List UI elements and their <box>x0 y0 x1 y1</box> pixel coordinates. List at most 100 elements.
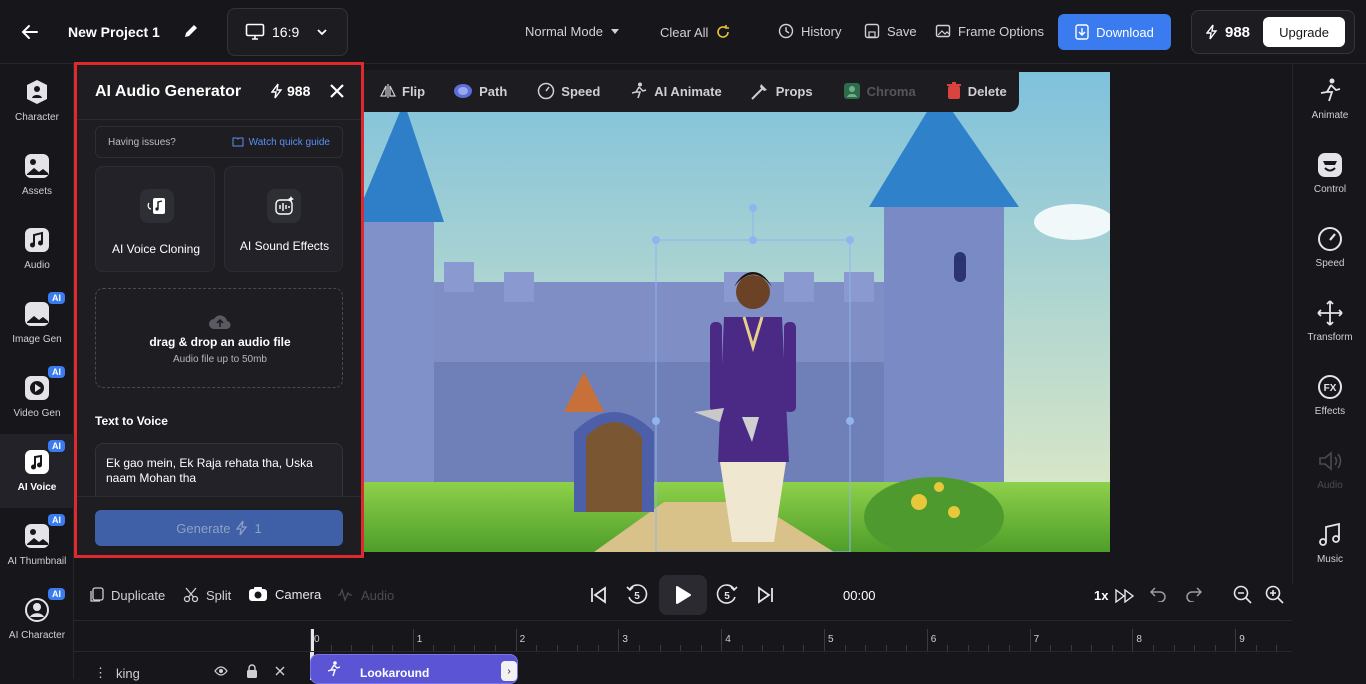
speed-button[interactable]: Speed <box>537 82 600 100</box>
clear-all-button[interactable]: Clear All <box>660 24 731 40</box>
sidebar-item-assets[interactable]: Assets <box>0 152 74 197</box>
rewind-button[interactable]: 5 <box>625 583 649 607</box>
canvas-toolbar: Flip Path Speed AI Animate Props Chroma … <box>364 70 1019 112</box>
duplicate-button[interactable]: Duplicate <box>90 587 165 603</box>
ruler-divider <box>74 651 1292 652</box>
ai-audio-panel: AI Audio Generator 988 Having issues? Wa… <box>74 62 364 558</box>
watch-guide-link[interactable]: Watch quick guide <box>232 137 330 148</box>
camera-icon <box>249 587 267 601</box>
credits-count: 988 <box>1225 23 1251 41</box>
forward-button[interactable]: 5 <box>715 583 739 607</box>
ruler-tick <box>1029 629 1031 651</box>
right-item-audio[interactable]: Audio <box>1293 448 1366 491</box>
close-panel-button[interactable] <box>329 83 345 99</box>
split-label: Split <box>206 587 232 603</box>
right-item-animate[interactable]: Animate <box>1293 78 1366 121</box>
text-to-voice-input[interactable]: Ek gao mein, Ek Raja rehata tha, Uska na… <box>95 443 343 497</box>
sidebar-item-video-gen[interactable]: AI Video Gen <box>0 366 74 419</box>
sound-effects-card[interactable]: AI Sound Effects <box>224 166 343 272</box>
playback-bar: Duplicate Split Camera Audio 5 5 00:00 1… <box>74 570 1292 620</box>
voice-cloning-icon <box>140 189 174 223</box>
project-title[interactable]: New Project 1 <box>68 24 160 40</box>
delete-button[interactable]: Delete <box>946 82 1007 100</box>
frame-options-button[interactable]: Frame Options <box>935 23 1044 39</box>
zoom-in-button[interactable] <box>1265 585 1285 605</box>
fast-forward-icon <box>1115 588 1135 603</box>
sidebar-label: Video Gen <box>13 408 61 419</box>
path-button[interactable]: Path <box>453 83 507 99</box>
panel-divider <box>77 119 361 120</box>
history-button[interactable]: History <box>778 23 841 39</box>
playback-speed[interactable]: 1x <box>1094 588 1135 603</box>
skip-forward-icon <box>758 586 773 604</box>
skip-start-button[interactable] <box>588 585 608 605</box>
redo-button[interactable] <box>1185 586 1203 602</box>
frame-options-label: Frame Options <box>958 23 1044 39</box>
ai-animate-button[interactable]: AI Animate <box>630 82 722 100</box>
running-figure-icon <box>632 82 647 99</box>
ruler-tick <box>824 629 825 651</box>
props-button[interactable]: Props <box>750 82 813 100</box>
track-visibility-button[interactable] <box>214 666 228 676</box>
sidebar-item-image-gen[interactable]: AI Image Gen <box>0 292 74 345</box>
ruler-tick <box>1235 629 1237 651</box>
right-label: Speed <box>1315 258 1345 269</box>
sidebar-label: AI Thumbnail <box>7 556 67 567</box>
clip-trim-handle[interactable]: › <box>501 661 517 681</box>
monitor-icon <box>245 23 265 40</box>
ruler-tick-label: 0 <box>314 634 320 645</box>
undo-button[interactable] <box>1149 586 1167 602</box>
timeline-clip[interactable]: Lookaround › <box>310 654 518 684</box>
generate-button[interactable]: Generate 1 <box>95 510 343 546</box>
split-button[interactable]: Split <box>183 587 231 603</box>
mode-label: Normal Mode <box>525 24 604 39</box>
skip-end-button[interactable] <box>756 585 776 605</box>
sidebar-label: Assets <box>21 186 52 197</box>
music-icon <box>1319 522 1340 546</box>
ruler-tick <box>618 629 620 651</box>
sidebar-item-ai-thumbnail[interactable]: AI AI Thumbnail <box>0 514 74 567</box>
panel-footer-divider <box>77 496 361 497</box>
right-item-effects[interactable]: FX Effects <box>1293 374 1366 417</box>
back-button[interactable] <box>20 22 40 42</box>
ruler-tick-label: 8 <box>1136 634 1142 645</box>
sidebar-item-ai-character[interactable]: AI AI Character <box>0 588 74 641</box>
chroma-button[interactable]: Chroma <box>843 82 916 100</box>
upgrade-button[interactable]: Upgrade <box>1263 17 1346 47</box>
camera-button[interactable]: Camera <box>248 586 321 602</box>
duplicate-label: Duplicate <box>111 587 166 603</box>
track-remove-button[interactable] <box>275 666 285 676</box>
speed-icon <box>1318 227 1342 251</box>
speed-label: Speed <box>561 83 601 99</box>
right-label: Music <box>1316 554 1344 565</box>
save-button[interactable]: Save <box>864 23 917 39</box>
track-lock-button[interactable] <box>246 664 258 678</box>
audio-dropzone[interactable]: drag & drop an audio file Audio file up … <box>95 288 343 388</box>
edit-title-button[interactable] <box>182 22 200 40</box>
sidebar-label: Image Gen <box>12 334 62 345</box>
right-label: Effects <box>1314 406 1346 417</box>
download-button[interactable]: Download <box>1058 14 1171 50</box>
right-item-speed[interactable]: Speed <box>1293 226 1366 269</box>
flip-button[interactable]: Flip <box>380 83 425 99</box>
voice-cloning-card[interactable]: AI Voice Cloning <box>95 166 215 272</box>
play-button[interactable] <box>659 575 707 615</box>
generate-label: Generate <box>176 520 231 536</box>
scissors-icon <box>183 587 199 603</box>
sidebar-item-character[interactable]: Character <box>0 78 74 123</box>
timeline-ruler[interactable]: 0 1 2 3 4 5 6 7 8 9 <box>310 621 1292 651</box>
book-icon <box>232 137 244 147</box>
text-to-voice-label: Text to Voice <box>95 414 168 428</box>
audio-button[interactable]: Audio <box>336 587 394 603</box>
right-item-transform[interactable]: Transform <box>1293 300 1366 343</box>
right-item-music[interactable]: Music <box>1293 522 1366 565</box>
mode-select[interactable]: Normal Mode <box>525 24 620 39</box>
audio-label: Audio <box>361 587 395 603</box>
sidebar-item-audio[interactable]: Audio <box>0 226 74 271</box>
ruler-tick <box>515 629 517 651</box>
sidebar-item-ai-voice[interactable]: AI AI Voice <box>0 440 74 493</box>
canvas[interactable] <box>364 72 1110 552</box>
right-item-control[interactable]: Control <box>1293 152 1366 195</box>
zoom-out-button[interactable] <box>1233 585 1253 605</box>
aspect-ratio-select[interactable]: 16:9 <box>227 8 348 56</box>
